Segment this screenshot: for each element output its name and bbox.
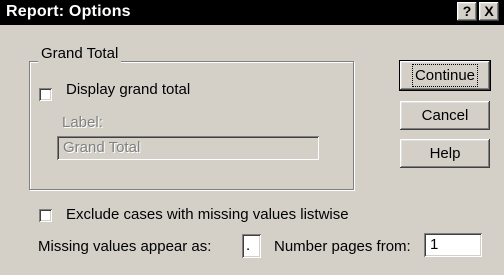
- number-pages-label: Number pages from:: [274, 238, 411, 255]
- group-title: Grand Total: [38, 44, 122, 64]
- dialog-title: Report: Options: [6, 3, 131, 20]
- missing-appear-label: Missing values appear as:: [38, 238, 212, 255]
- exclude-missing-label[interactable]: Exclude cases with missing values listwi…: [66, 205, 349, 225]
- number-pages-input[interactable]: 1: [424, 233, 482, 257]
- label-caption: Label:: [62, 114, 103, 131]
- help-button[interactable]: Help: [400, 139, 490, 168]
- close-icon[interactable]: X: [479, 2, 499, 21]
- exclude-missing-checkbox[interactable]: [39, 209, 52, 222]
- cancel-button[interactable]: Cancel: [400, 101, 490, 130]
- display-grand-total-label[interactable]: Display grand total: [66, 80, 190, 100]
- continue-button[interactable]: Continue: [399, 60, 491, 91]
- missing-appear-input[interactable]: .: [242, 234, 261, 258]
- label-field: Grand Total: [57, 136, 319, 160]
- title-bar[interactable]: Report: Options ? X: [0, 0, 504, 25]
- help-icon[interactable]: ?: [457, 2, 477, 21]
- display-grand-total-checkbox[interactable]: [39, 88, 52, 101]
